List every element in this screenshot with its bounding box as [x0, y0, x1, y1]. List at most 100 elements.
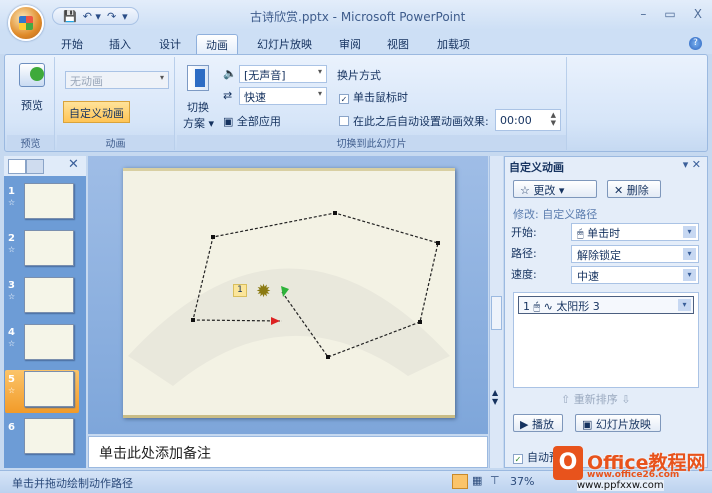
- speed-dropdown[interactable]: 快速 ▾: [239, 87, 327, 105]
- custom-animation-button[interactable]: 自定义动画: [63, 101, 130, 123]
- sound-icon: 🔈: [223, 67, 237, 80]
- transition-scheme-icon: [187, 65, 209, 91]
- group-label: 切换到此幻灯片: [177, 135, 566, 150]
- tab-animations[interactable]: 动画: [196, 34, 238, 54]
- animation-star-icon: ☆: [8, 339, 16, 348]
- remove-button[interactable]: ✕ 删除: [607, 180, 661, 198]
- pane-title: 自定义动画: [509, 161, 564, 174]
- sorter-view-icon[interactable]: ▦: [472, 474, 482, 487]
- tab-view[interactable]: 视图: [378, 34, 418, 54]
- window-title: 古诗欣赏.pptx - Microsoft PowerPoint: [250, 10, 466, 24]
- quick-access-toolbar: 💾 ↶ ▾ ↷ ▾: [52, 7, 139, 25]
- watermark-url1: www.office26.com: [587, 470, 680, 480]
- fan-background: [128, 268, 450, 386]
- custom-animation-pane: 自定义动画 ▾ ✕ ☆ 更改 ▾ ✕ 删除 修改: 自定义路径 开始: 🖱 单击…: [504, 156, 708, 468]
- notes-field[interactable]: 单击此处添加备注: [88, 436, 488, 468]
- watermark-url2: www.ppfxxw.com: [577, 480, 664, 491]
- apply-all-button[interactable]: ▣ 全部应用: [223, 113, 281, 129]
- close-button[interactable]: X: [694, 7, 702, 21]
- group-transition: 切换 方案 ▾ 🔈 [无声音] ▾ ⇄ 快速 ▾ ▣ 全部应用 换片方式 ✓ 单击鼠标…: [177, 57, 567, 150]
- auto-time-spinner[interactable]: 00:00 ▲ ▼: [495, 109, 561, 131]
- motion-path[interactable]: ✹: [123, 171, 455, 415]
- tab-slideshow[interactable]: 幻灯片放映: [248, 34, 321, 54]
- on-click-checkbox[interactable]: ✓ 单击鼠标时: [339, 89, 408, 105]
- advance-title: 换片方式: [337, 69, 381, 82]
- start-label: 开始:: [511, 226, 537, 239]
- office-logo-icon: O: [553, 446, 583, 480]
- modify-label: 修改: 自定义路径: [513, 208, 598, 221]
- scroll-thumb[interactable]: [491, 296, 502, 330]
- animation-star-icon: ☆: [8, 386, 16, 395]
- tab-design[interactable]: 设计: [150, 34, 190, 54]
- ribbon: 预览 预览 无动画 ▾ 自定义动画 动画 切换 方案 ▾ 🔈 [无声音] ▾ ⇄ 快…: [4, 54, 708, 152]
- sound-dropdown[interactable]: [无声音] ▾: [239, 65, 327, 83]
- slide-thumbnail[interactable]: [24, 418, 74, 454]
- undo-icon[interactable]: ↶ ▾: [83, 10, 101, 23]
- reorder-control[interactable]: ⇧ 重新排序 ⇩: [561, 391, 630, 407]
- slide-thumbnail[interactable]: [24, 230, 74, 266]
- pane-tabs: ✕: [4, 156, 86, 176]
- slide-thumbnail-selected[interactable]: [24, 371, 74, 407]
- slideshow-view-icon[interactable]: ⊤: [490, 474, 500, 487]
- slideshow-button[interactable]: ▣ 幻灯片放映: [575, 414, 661, 432]
- status-text: 单击并拖动绘制动作路径: [12, 477, 133, 490]
- minimize-button[interactable]: –: [640, 7, 646, 21]
- group-label: 预览: [7, 135, 54, 150]
- animation-dropdown[interactable]: 无动画 ▾: [65, 71, 169, 89]
- slide-canvas[interactable]: ✹ 1: [123, 168, 455, 418]
- animation-star-icon: ☆: [8, 198, 16, 207]
- speed-icon: ⇄: [223, 89, 233, 102]
- tab-review[interactable]: 审阅: [330, 34, 370, 54]
- vertical-scrollbar[interactable]: ▲ ▼: [489, 156, 503, 468]
- zoom-level[interactable]: 37%: [510, 475, 534, 488]
- redo-icon[interactable]: ↷: [107, 10, 116, 23]
- slide-thumbnail[interactable]: [24, 324, 74, 360]
- animation-star-icon: ☆: [8, 245, 16, 254]
- slide-number: 6: [8, 422, 15, 433]
- preview-button[interactable]: 预览: [21, 97, 43, 113]
- preview-icon: [19, 63, 45, 87]
- close-pane-icon[interactable]: ✕: [68, 157, 79, 172]
- slide-number: 4: [8, 327, 15, 338]
- start-dropdown[interactable]: 🖱 单击时 ▾: [571, 223, 699, 241]
- path-dropdown[interactable]: 解除锁定 ▾: [571, 245, 699, 263]
- customize-qat-icon[interactable]: ▾: [122, 10, 128, 23]
- transition-scheme-label[interactable]: 方案 ▾: [183, 115, 214, 131]
- group-label: 动画: [57, 135, 174, 150]
- animation-star-icon: ☆: [8, 292, 16, 301]
- help-icon[interactable]: ?: [689, 37, 702, 50]
- tab-home[interactable]: 开始: [52, 34, 92, 54]
- change-button[interactable]: ☆ 更改 ▾: [513, 180, 597, 198]
- ribbon-tabs: 开始 插入 设计 动画 幻灯片放映 审阅 视图 加载项: [0, 30, 712, 54]
- play-button[interactable]: ▶ 播放: [513, 414, 563, 432]
- office-logo-icon: [19, 16, 33, 30]
- tab-addins[interactable]: 加载项: [428, 34, 479, 54]
- slides-tab-icon[interactable]: [8, 159, 26, 174]
- animation-order-tag[interactable]: 1: [233, 284, 247, 297]
- sun-shape[interactable]: ✹: [256, 281, 271, 302]
- slide-thumbnail[interactable]: [24, 277, 74, 313]
- path-label: 路径:: [511, 247, 537, 260]
- maximize-button[interactable]: ▭: [664, 7, 675, 21]
- group-animation: 无动画 ▾ 自定义动画 动画: [57, 57, 175, 150]
- slide-thumbnail[interactable]: [24, 183, 74, 219]
- slide-number: 5: [8, 374, 15, 385]
- normal-view-icon[interactable]: [452, 474, 468, 489]
- pane-menu-icon[interactable]: ▾ ✕: [683, 158, 701, 171]
- save-icon[interactable]: 💾: [63, 10, 77, 23]
- slide-number: 1: [8, 186, 15, 197]
- tab-insert[interactable]: 插入: [100, 34, 140, 54]
- slide-number: 2: [8, 233, 15, 244]
- transition-scheme-button[interactable]: 切换: [187, 99, 209, 115]
- prev-slide-icon[interactable]: ▲ ▼: [492, 388, 498, 406]
- list-item[interactable]: 1 🖱 ∿ 太阳形 3 ▾: [518, 296, 694, 314]
- animation-list: 1 🖱 ∿ 太阳形 3 ▾: [513, 292, 699, 388]
- office-button[interactable]: [8, 5, 44, 41]
- auto-after-checkbox[interactable]: 在此之后自动设置动画效果:: [339, 113, 489, 129]
- watermark: O Office教程网 www.office26.com www.ppfxxw.…: [545, 440, 712, 493]
- speed-dropdown[interactable]: 中速 ▾: [571, 266, 699, 284]
- speed-label: 速度:: [511, 268, 537, 281]
- outline-tab-icon[interactable]: [26, 159, 44, 174]
- group-preview: 预览 预览: [7, 57, 55, 150]
- slide-number: 3: [8, 280, 15, 291]
